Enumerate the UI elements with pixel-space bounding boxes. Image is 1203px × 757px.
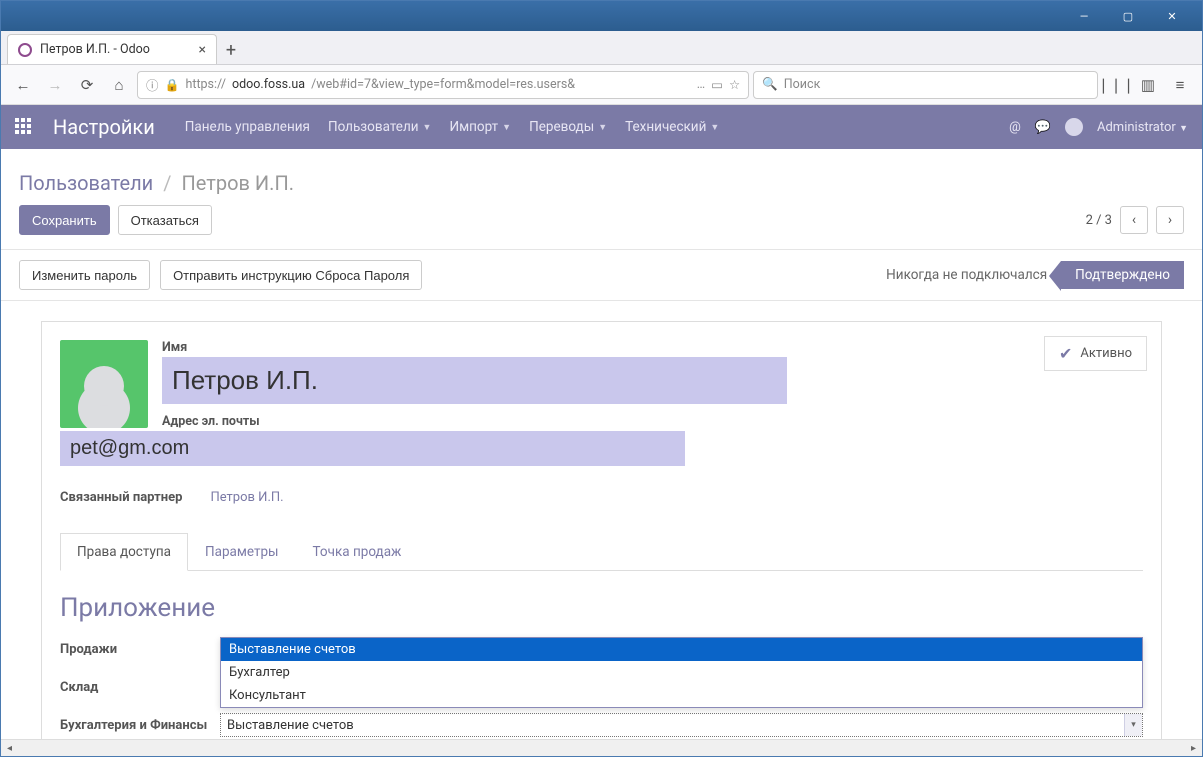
horizontal-scrollbar[interactable]: ◂ ▸ [1, 739, 1202, 756]
chevron-down-icon: ▼ [502, 122, 511, 133]
pager-next-button[interactable]: › [1156, 206, 1184, 234]
breadcrumb-separator: / [163, 171, 171, 195]
chevron-down-icon: ▾ [1124, 714, 1142, 736]
app-title: Настройки [53, 115, 155, 139]
breadcrumb-root[interactable]: Пользователи [19, 171, 153, 195]
field-sales-label: Продажи [60, 642, 220, 657]
close-tab-icon[interactable]: × [199, 42, 206, 58]
url-ellipsis: … [697, 77, 705, 92]
tab-preferences[interactable]: Параметры [188, 533, 296, 571]
name-label: Имя [60, 340, 1143, 355]
email-input[interactable] [60, 431, 685, 466]
save-button[interactable]: Сохранить [19, 205, 110, 235]
dropdown-option[interactable]: Бухгалтер [221, 661, 1142, 684]
browser-search-bar[interactable]: 🔍 Поиск [753, 71, 1098, 99]
odoo-topbar: Настройки Панель управления Пользователи… [1, 105, 1202, 149]
user-avatar-image[interactable] [60, 340, 148, 428]
url-path: /web#id=7&view_type=form&model=res.users… [311, 77, 575, 92]
nav-home-button[interactable]: ⌂ [105, 71, 133, 99]
content-area: Пользователи / Петров И.П. Сохранить Отк… [1, 149, 1202, 756]
check-icon: ✔ [1059, 344, 1072, 363]
browser-navbar: ← → ⟳ ⌂ ⓘ 🔒 https:// odoo.foss.ua/web#id=… [1, 65, 1202, 105]
status-confirmed[interactable]: Подтверждено [1061, 261, 1184, 289]
scroll-right-arrow[interactable]: ▸ [1185, 740, 1202, 757]
name-input[interactable] [162, 357, 787, 404]
apps-grid-icon[interactable] [15, 118, 33, 136]
field-accounting-label: Бухгалтерия и Финансы [60, 718, 220, 733]
url-bar[interactable]: ⓘ 🔒 https:// odoo.foss.ua/web#id=7&view_t… [137, 71, 749, 99]
active-label: Активно [1080, 346, 1132, 361]
nav-back-button[interactable]: ← [9, 71, 37, 99]
send-reset-button[interactable]: Отправить инструкцию Сброса Пароля [160, 260, 422, 290]
site-info-icon[interactable]: ⓘ [146, 75, 159, 94]
library-icon[interactable]: ❘❘❘ [1102, 71, 1130, 99]
menu-users[interactable]: Пользователи▼ [328, 119, 432, 135]
active-toggle[interactable]: ✔ Активно [1044, 336, 1147, 371]
field-accounting-select[interactable]: Выставление счетов▾ [220, 713, 1143, 737]
chat-icon[interactable]: 💬 [1035, 120, 1051, 135]
partner-label: Связанный партнер [60, 490, 182, 505]
field-stock-label: Склад [60, 680, 220, 695]
new-tab-button[interactable]: + [217, 36, 245, 64]
sidebar-icon[interactable]: ▥ [1134, 71, 1162, 99]
menu-translations[interactable]: Переводы▼ [529, 119, 607, 135]
partner-link[interactable]: Петров И.П. [210, 490, 283, 505]
window-maximize-button[interactable]: ▢ [1106, 2, 1150, 30]
form-sheet: ✔ Активно Имя Адрес эл. почты Связанный … [41, 321, 1162, 756]
pager-text: 2 / 3 [1086, 213, 1112, 228]
chevron-down-icon: ▼ [423, 122, 432, 133]
dropdown-option[interactable]: Консультант [221, 684, 1142, 707]
current-user-menu[interactable]: Administrator ▼ [1097, 120, 1188, 135]
statusbar: Никогда не подключался Подтверждено [872, 261, 1184, 289]
tab-access-rights[interactable]: Права доступа [60, 533, 188, 571]
window-minimize-button[interactable]: — [1062, 2, 1106, 30]
url-prefix: https:// [185, 77, 226, 92]
search-icon: 🔍 [762, 77, 778, 92]
lock-icon: 🔒 [165, 78, 180, 92]
breadcrumb-current: Петров И.П. [181, 171, 294, 195]
accounting-dropdown-list: Выставление счетов Бухгалтер Консультант [220, 637, 1143, 708]
browser-tab-title: Петров И.П. - Odoo [40, 42, 150, 57]
email-label: Адрес эл. почты [60, 414, 1143, 429]
dropdown-option[interactable]: Выставление счетов [221, 638, 1142, 661]
window-close-button[interactable]: ✕ [1150, 2, 1194, 30]
reader-mode-icon[interactable]: ▭ [711, 77, 723, 93]
tab-pos[interactable]: Точка продаж [296, 533, 419, 571]
odoo-menu: Панель управления Пользователи▼ Импорт▼ … [185, 119, 720, 135]
browser-tabstrip: Петров И.П. - Odoo × + [1, 31, 1202, 65]
chevron-down-icon: ▼ [710, 122, 719, 133]
nav-forward-button[interactable]: → [41, 71, 69, 99]
hamburger-menu-icon[interactable]: ≡ [1166, 71, 1194, 99]
bookmark-star-icon[interactable]: ☆ [729, 77, 740, 93]
breadcrumb: Пользователи / Петров И.П. [19, 171, 1184, 195]
menu-import[interactable]: Импорт▼ [449, 119, 511, 135]
scroll-left-arrow[interactable]: ◂ [1, 740, 18, 757]
url-host: odoo.foss.ua [232, 77, 305, 92]
sheet-tabs: Права доступа Параметры Точка продаж [60, 533, 1143, 571]
odoo-favicon [18, 43, 32, 57]
chevron-down-icon: ▼ [598, 122, 607, 133]
section-application: Приложение [60, 593, 1143, 623]
change-password-button[interactable]: Изменить пароль [19, 260, 150, 290]
browser-tab[interactable]: Петров И.П. - Odoo × [7, 34, 217, 64]
menu-dashboard[interactable]: Панель управления [185, 119, 310, 135]
discard-button[interactable]: Отказаться [118, 205, 212, 235]
status-never-connected[interactable]: Никогда не подключался [872, 261, 1061, 289]
menu-technical[interactable]: Технический▼ [625, 119, 719, 135]
at-icon[interactable]: @ [1009, 120, 1021, 135]
window-titlebar: — ▢ ✕ [1, 1, 1202, 31]
user-avatar-icon[interactable] [1065, 118, 1083, 136]
pager-prev-button[interactable]: ‹ [1120, 206, 1148, 234]
browser-search-placeholder: Поиск [784, 77, 821, 92]
nav-reload-button[interactable]: ⟳ [73, 71, 101, 99]
